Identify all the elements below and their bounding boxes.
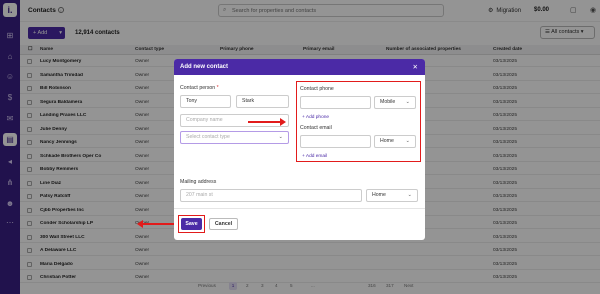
annotation-arrow-right [248,118,286,126]
highlight-save-button [178,215,205,233]
chevron-down-icon: ⌄ [278,134,283,140]
highlight-contact-box [296,81,421,162]
mailing-address-label: Mailing address [180,179,217,185]
address-type-select[interactable]: Home ⌄ [366,189,418,202]
chevron-down-icon: ⌄ [407,192,412,198]
address-field[interactable]: 207 main st [180,189,362,202]
modal-title: Add new contact [180,64,229,70]
close-icon[interactable]: ✕ [413,63,418,71]
modal-header: Add new contact ✕ [174,59,425,75]
contact-person-label: Contact person * [180,85,219,91]
annotation-arrow-left [137,220,174,228]
last-name-field[interactable]: Stark [236,95,289,108]
contact-type-select[interactable]: Select contact type ⌄ [180,131,289,144]
modal-divider [174,208,425,209]
cancel-button[interactable]: Cancel [209,218,238,230]
first-name-field[interactable]: Tony [180,95,231,108]
